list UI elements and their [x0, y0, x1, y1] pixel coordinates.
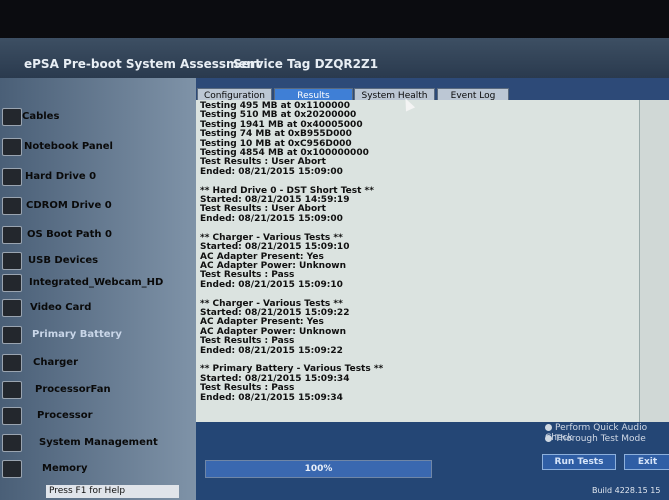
log-line: Ended: 08/21/2015 15:09:00 [200, 166, 343, 177]
sidebar-item-system-management[interactable]: System Management [0, 432, 196, 456]
boot-path-icon [2, 226, 22, 244]
service-tag: Service Tag DZQR2Z1 [233, 57, 379, 71]
progress-bar: 100% [205, 460, 432, 478]
sidebar-item-notebook-panel[interactable]: Notebook Panel [0, 136, 196, 160]
video-card-icon [2, 299, 22, 317]
title-bar: ePSA Pre-boot System Assessment Service … [0, 38, 669, 78]
log-scrollbar[interactable] [639, 100, 669, 422]
radio-icon [545, 435, 552, 442]
results-log-text: Testing 495 MB at 0x1100000 Testing 510 M… [200, 101, 660, 403]
battery-icon [2, 326, 22, 344]
sidebar-item-video-card[interactable]: Video Card [0, 297, 196, 321]
progress-label: 100% [304, 464, 333, 474]
sidebar-item-charger[interactable]: Charger [0, 352, 196, 376]
app-title: ePSA Pre-boot System Assessment [24, 57, 261, 71]
hard-drive-icon [2, 168, 22, 186]
sidebar-item-processor-fan[interactable]: ProcessorFan [0, 379, 196, 403]
option-thorough-mode[interactable]: Thorough Test Mode [545, 434, 646, 444]
sidebar-item-memory[interactable]: Memory [0, 458, 196, 482]
processor-icon [2, 407, 22, 425]
log-line: Ended: 08/21/2015 15:09:22 [200, 345, 343, 356]
help-hint: Press F1 for Help [46, 485, 179, 498]
sidebar-item-webcam[interactable]: Integrated_Webcam_HD [0, 272, 196, 296]
log-line: Ended: 08/21/2015 15:09:00 [200, 213, 343, 224]
memory-icon [2, 460, 22, 478]
usb-icon [2, 252, 22, 270]
cable-icon [2, 108, 22, 126]
build-number: Build 4228.15 15 [592, 486, 661, 495]
monitor-icon [2, 138, 22, 156]
sidebar-item-cdrom[interactable]: CDROM Drive 0 [0, 195, 196, 219]
fan-icon [2, 381, 22, 399]
sidebar-item-hard-drive[interactable]: Hard Drive 0 [0, 166, 196, 190]
webcam-icon [2, 274, 22, 292]
cdrom-icon [2, 197, 22, 215]
run-tests-button[interactable]: Run Tests [542, 454, 616, 470]
sidebar-item-processor[interactable]: Processor [0, 405, 196, 429]
system-management-icon [2, 434, 22, 452]
sidebar-item-cables[interactable]: Cables [0, 106, 196, 130]
sidebar-item-os-boot[interactable]: OS Boot Path 0 [0, 224, 196, 248]
sidebar-item-primary-battery[interactable]: Primary Battery [0, 324, 196, 348]
charger-icon [2, 354, 22, 372]
sidebar: Cables Notebook Panel Hard Drive 0 CDROM… [0, 78, 196, 500]
exit-button[interactable]: Exit [624, 454, 669, 470]
log-line: Ended: 08/21/2015 15:09:10 [200, 279, 343, 290]
sidebar-item-usb[interactable]: USB Devices [0, 250, 196, 274]
radio-icon [545, 424, 552, 431]
log-line: Ended: 08/21/2015 15:09:34 [200, 392, 343, 403]
